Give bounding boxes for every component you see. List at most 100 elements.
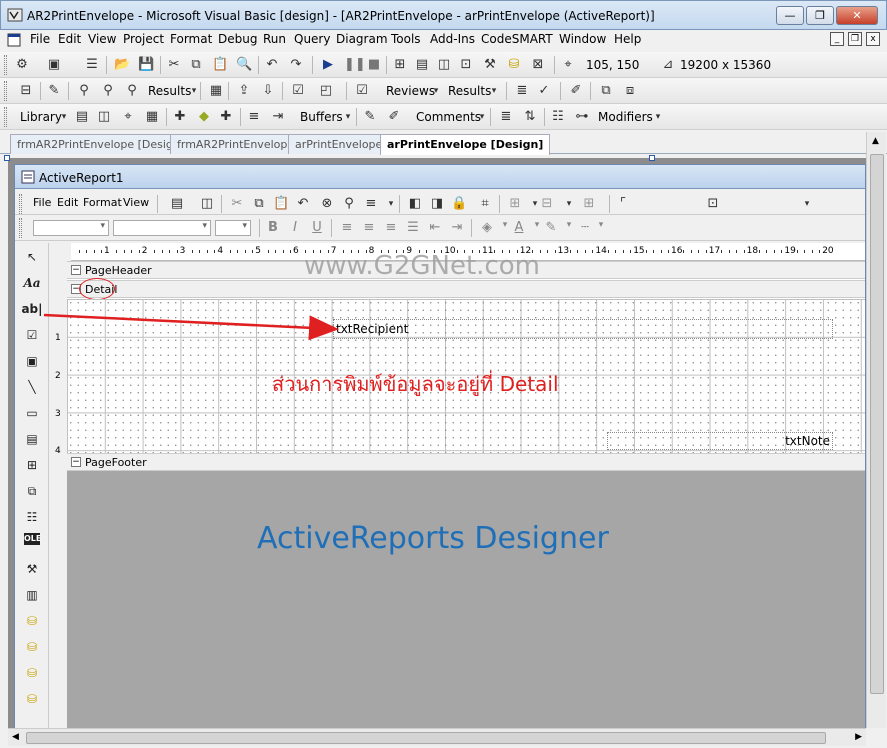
members-icon[interactable]: ✚: [218, 109, 234, 125]
toolbar-overflow-icon[interactable]: ▾: [799, 196, 815, 212]
start-icon[interactable]: ▶: [320, 57, 336, 73]
minimize-button[interactable]: —: [776, 6, 804, 25]
menu-view[interactable]: View: [88, 32, 116, 46]
copy-icon[interactable]: ⧉: [251, 196, 267, 212]
export-icon[interactable]: ⇪: [236, 83, 252, 99]
align-left-icon[interactable]: ⊟: [539, 196, 555, 212]
designer-menu-view[interactable]: View: [123, 196, 149, 209]
find-icon[interactable]: ⚲: [341, 196, 357, 212]
toolbar-grip[interactable]: [4, 107, 7, 127]
delete-icon[interactable]: ⊗: [319, 196, 335, 212]
undo-icon[interactable]: ↶: [264, 57, 280, 73]
copy-window-icon[interactable]: ⧉: [598, 83, 614, 99]
indent-icon[interactable]: ⇥: [449, 220, 465, 235]
richtext-tool-icon[interactable]: ▤: [21, 429, 43, 449]
menu-format[interactable]: Format: [170, 32, 212, 46]
cut-icon[interactable]: ✂: [229, 196, 245, 212]
scroll-thumb[interactable]: [870, 154, 884, 694]
tab-frm-design[interactable]: frmAR2PrintEnvelope [Design]: [10, 134, 192, 154]
buffers-dropdown[interactable]: Buffers: [300, 110, 343, 124]
horizontal-scrollbar[interactable]: ◀ ▶: [8, 728, 866, 746]
document-tool-icon[interactable]: ▦: [208, 83, 224, 99]
pointer-icon[interactable]: ↖: [21, 247, 43, 267]
menu-editor-icon[interactable]: ☰: [84, 57, 100, 73]
open-icon[interactable]: 📂: [114, 57, 130, 73]
italic-icon[interactable]: I: [287, 220, 303, 235]
scroll-right-icon[interactable]: ▶: [855, 732, 862, 742]
menu-project[interactable]: Project: [123, 32, 164, 46]
scroll-up-icon[interactable]: ▲: [872, 136, 879, 146]
report-settings-icon[interactable]: ⊡: [705, 196, 721, 212]
xml-data-icon[interactable]: ⛁: [21, 689, 43, 709]
redo-icon[interactable]: ↷: [288, 57, 304, 73]
label-tool-icon[interactable]: Aa: [21, 273, 43, 293]
picture-tool-icon[interactable]: ▣: [21, 351, 43, 371]
chevron-down-icon[interactable]: ▾: [593, 220, 609, 230]
subreport-tool-icon[interactable]: ⊞: [21, 455, 43, 475]
comments-dropdown[interactable]: Comments: [416, 110, 481, 124]
align-left-icon[interactable]: ≡: [339, 220, 355, 235]
toolbar-grip[interactable]: [4, 81, 7, 101]
tab-ar-code[interactable]: arPrintEnvelope: [288, 134, 390, 154]
chevron-down-icon[interactable]: ▾: [340, 109, 356, 125]
toolbar-tool-icon[interactable]: ✎: [46, 83, 62, 99]
checkbox-tool-icon[interactable]: ☑: [21, 325, 43, 345]
pagebreak-tool-icon[interactable]: ⧉: [21, 481, 43, 501]
add-member-icon[interactable]: ✚: [172, 109, 188, 125]
selection-handle[interactable]: [649, 155, 655, 161]
align-icon[interactable]: ≣: [498, 109, 514, 125]
size-to-grid-icon[interactable]: ⊞: [581, 196, 597, 212]
collapse-icon[interactable]: −: [71, 265, 81, 275]
undo-icon[interactable]: ↶: [295, 196, 311, 212]
visual-component-manager-icon[interactable]: ⊠: [530, 57, 546, 73]
menu-diagram[interactable]: Diagram: [336, 32, 388, 46]
end-icon[interactable]: ■: [366, 57, 382, 73]
results-dropdown[interactable]: Results: [148, 84, 191, 98]
results-dropdown-2[interactable]: Results: [448, 84, 491, 98]
collapse-icon[interactable]: −: [71, 457, 81, 467]
chevron-down-icon[interactable]: ▾: [561, 196, 577, 212]
underline-icon[interactable]: U: [309, 220, 325, 235]
code-window-icon[interactable]: ⊟: [18, 83, 34, 99]
add-form-icon[interactable]: ▣: [46, 57, 62, 73]
save-icon[interactable]: 💾: [138, 57, 154, 73]
find-icon[interactable]: 🔍: [236, 57, 252, 73]
toolbar-grip[interactable]: [19, 194, 22, 214]
send-back-icon[interactable]: ◨: [429, 196, 445, 212]
menu-help[interactable]: Help: [614, 32, 641, 46]
textbox-tool-icon[interactable]: ab|: [21, 299, 43, 319]
paste-icon[interactable]: 📋: [273, 196, 289, 212]
txt-recipient-field[interactable]: txtRecipient: [333, 319, 833, 339]
scroll-thumb[interactable]: [26, 732, 826, 744]
chevron-down-icon[interactable]: ▾: [428, 83, 444, 99]
fill-color-icon[interactable]: ◈: [479, 220, 495, 235]
chevron-down-icon[interactable]: ▾: [383, 196, 399, 212]
align-grid-icon[interactable]: ⊞: [507, 196, 523, 212]
selection-handle[interactable]: [4, 155, 10, 161]
copy-icon[interactable]: ⧉: [188, 57, 204, 73]
modifiers-dropdown[interactable]: Modifiers: [598, 110, 653, 124]
vertical-scrollbar[interactable]: ▲: [866, 132, 886, 728]
toolbar-grip[interactable]: [19, 218, 22, 238]
toolbox-icon[interactable]: ⚒: [482, 57, 498, 73]
tab-frm-code[interactable]: frmAR2PrintEnvelope: [170, 134, 302, 154]
barcode-tool-icon[interactable]: ▥: [21, 585, 43, 605]
bring-front-icon[interactable]: ◧: [407, 196, 423, 212]
layers-icon[interactable]: ≡: [363, 196, 379, 212]
menu-file[interactable]: File: [30, 32, 50, 46]
comment-icon[interactable]: ✎: [362, 109, 378, 125]
list-icon[interactable]: ≣: [514, 83, 530, 99]
report-explorer-icon[interactable]: ▤: [169, 196, 185, 212]
menu-edit[interactable]: Edit: [58, 32, 81, 46]
menu-add-ins[interactable]: Add-Ins: [430, 32, 475, 46]
edit-check-icon[interactable]: ☑: [290, 83, 306, 99]
tools-tool-icon[interactable]: ⚒: [21, 559, 43, 579]
tab-ar-design[interactable]: arPrintEnvelope [Design]: [380, 134, 551, 155]
rdo-data-icon[interactable]: ⛁: [21, 663, 43, 683]
lock-icon[interactable]: 🔒: [451, 196, 467, 212]
chevron-down-icon[interactable]: ▾: [56, 109, 72, 125]
menu-window[interactable]: Window: [559, 32, 606, 46]
format-code-icon[interactable]: ≡: [246, 109, 262, 125]
object-browser-icon[interactable]: ⊡: [458, 57, 474, 73]
gem-icon[interactable]: ◆: [196, 109, 212, 125]
